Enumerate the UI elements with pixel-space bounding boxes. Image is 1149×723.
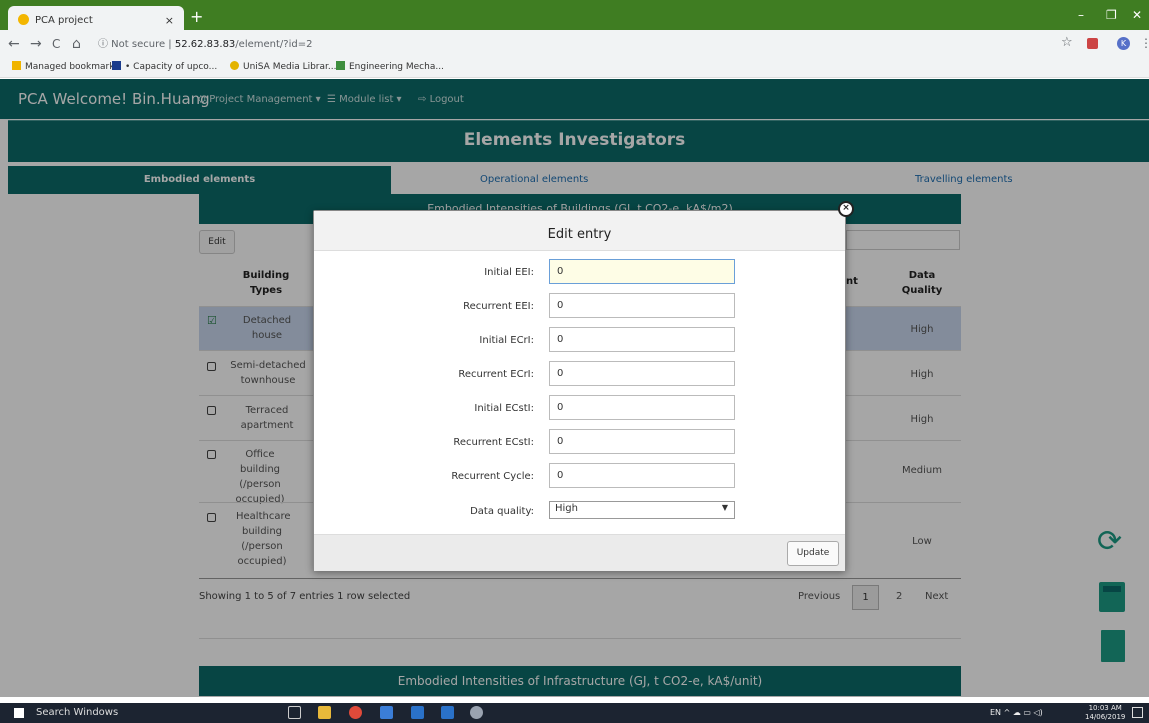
bookmark-engineering[interactable]: Engineering Mecha... xyxy=(336,61,444,72)
update-button[interactable]: Update xyxy=(787,541,839,566)
bookmark-managed[interactable]: Managed bookmarks xyxy=(12,61,119,72)
outlook-icon[interactable] xyxy=(411,706,424,719)
clock-time: 10:03 AM xyxy=(1088,704,1122,712)
minimize-icon[interactable]: – xyxy=(1078,8,1084,22)
back-icon[interactable]: ← xyxy=(8,36,20,52)
label-initial-ecri: Initial ECrI: xyxy=(479,335,534,346)
tab-close-icon[interactable]: × xyxy=(165,14,174,27)
favicon-icon xyxy=(18,14,29,25)
language-indicator: EN xyxy=(990,708,1002,717)
chrome-icon[interactable] xyxy=(349,706,362,719)
label-recurrent-cycle: Recurrent Cycle: xyxy=(451,471,534,482)
label-initial-ecsti: Initial ECstI: xyxy=(474,403,534,414)
label-initial-eei: Initial EEI: xyxy=(484,267,534,278)
clock-date: 14/06/2019 xyxy=(1085,713,1126,721)
file-explorer-icon[interactable] xyxy=(318,706,331,719)
close-window-icon[interactable]: ✕ xyxy=(1132,8,1142,22)
app-icon[interactable] xyxy=(470,706,483,719)
label-recurrent-ecsti: Recurrent ECstI: xyxy=(453,437,534,448)
tab-title: PCA project xyxy=(35,15,93,26)
modal-footer xyxy=(314,534,845,571)
modal-title: Edit entry xyxy=(547,227,612,242)
reload-icon[interactable]: C xyxy=(52,37,60,51)
new-tab-button[interactable]: + xyxy=(190,7,203,26)
close-icon[interactable]: × xyxy=(838,201,854,217)
home-icon[interactable]: ⌂ xyxy=(72,36,81,52)
app-icon[interactable] xyxy=(380,706,393,719)
initial-ecri-input[interactable] xyxy=(549,327,735,352)
windows-start-icon[interactable] xyxy=(14,708,24,718)
folder-icon xyxy=(12,61,21,70)
initial-ecsti-input[interactable] xyxy=(549,395,735,420)
bookmark-icon xyxy=(230,61,239,70)
url-path: /element/?id=2 xyxy=(235,39,313,50)
data-quality-select[interactable]: High ▼ xyxy=(549,501,735,519)
modal-header: Edit entry xyxy=(314,211,845,251)
bookmark-capacity[interactable]: • Capacity of upco... xyxy=(112,61,217,72)
recurrent-eei-input[interactable] xyxy=(549,293,735,318)
security-label: ⓘ Not secure xyxy=(98,39,166,50)
label-recurrent-ecri: Recurrent ECrI: xyxy=(458,369,534,380)
initial-eei-input[interactable] xyxy=(549,259,735,284)
bookmark-unisa[interactable]: UniSA Media Librar... xyxy=(230,61,336,72)
bookmark-icon xyxy=(336,61,345,70)
edit-entry-modal: Edit entry Initial EEI: Recurrent EEI: I… xyxy=(313,210,846,571)
label-data-quality: Data quality: xyxy=(470,506,534,517)
bookmark-icon xyxy=(112,61,121,70)
system-tray[interactable]: EN ^ ☁ ▭ ◁) xyxy=(990,708,1043,717)
recurrent-cycle-input[interactable] xyxy=(549,463,735,488)
star-icon[interactable]: ☆ xyxy=(1061,35,1073,50)
recurrent-ecri-input[interactable] xyxy=(549,361,735,386)
profile-avatar[interactable]: K xyxy=(1117,37,1130,50)
taskbar-search[interactable]: Search Windows xyxy=(36,703,281,723)
notifications-icon[interactable] xyxy=(1132,707,1143,718)
url-host: 52.62.83.83 xyxy=(174,39,236,50)
taskbar-clock[interactable]: 10:03 AM 14/06/2019 xyxy=(1085,704,1125,722)
task-view-icon[interactable] xyxy=(288,706,301,719)
maximize-icon[interactable]: ❐ xyxy=(1106,8,1117,22)
label-recurrent-eei: Recurrent EEI: xyxy=(463,301,534,312)
forward-icon[interactable]: → xyxy=(30,36,42,52)
menu-kebab-icon[interactable]: ⋮ xyxy=(1140,36,1149,50)
select-value: High xyxy=(555,503,578,514)
extension-icon[interactable] xyxy=(1087,38,1098,49)
recurrent-ecsti-input[interactable] xyxy=(549,429,735,454)
url-field[interactable]: ⓘ Not secure | 52.62.83.83/element/?id=2 xyxy=(98,35,312,50)
outlook-icon[interactable] xyxy=(441,706,454,719)
chevron-down-icon: ▼ xyxy=(721,503,728,512)
